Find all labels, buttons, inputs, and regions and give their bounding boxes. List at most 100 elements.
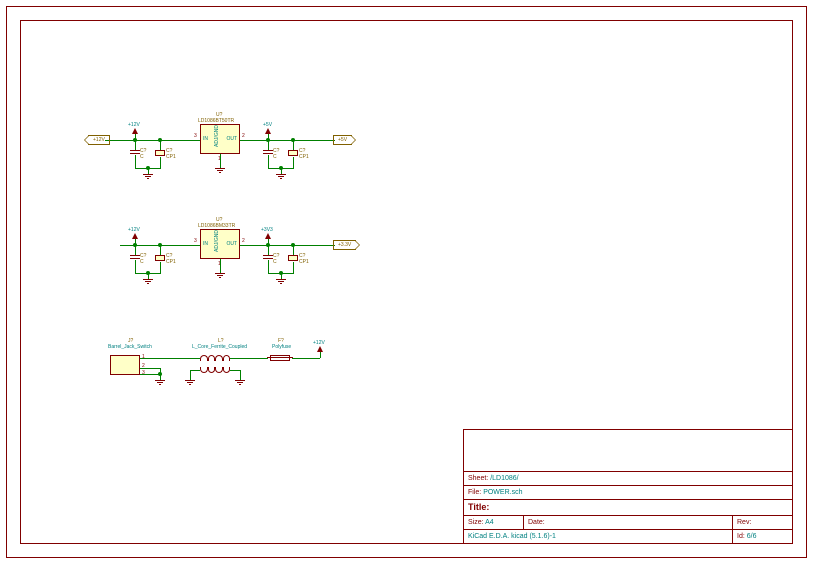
net-3v3-label: +3.3V (333, 240, 356, 250)
size-value: A4 (485, 519, 494, 526)
inductor (200, 355, 230, 361)
gnd-icon (215, 168, 225, 173)
junction (158, 372, 162, 376)
pin-adj-label: ADJ/GND (214, 230, 220, 252)
pin-out-label: OUT (226, 241, 237, 247)
wire (135, 155, 136, 168)
gnd-icon (235, 380, 245, 385)
inductor (200, 367, 230, 373)
wire (268, 155, 269, 168)
gnd-icon (143, 174, 153, 179)
polarized-cap (288, 150, 298, 156)
junction (291, 243, 295, 247)
wire (140, 368, 160, 369)
pcap-val: CP1 (166, 154, 176, 160)
ind-part: L_Core_Ferrite_Coupled (192, 344, 247, 350)
u2-pin2: 2 (242, 238, 245, 244)
wire (105, 140, 200, 141)
date-label: Date: (528, 519, 545, 526)
wire (230, 358, 260, 359)
gnd-icon (276, 279, 286, 284)
power-12v-icon (132, 128, 138, 134)
wire (268, 260, 269, 273)
power-12v-icon (132, 233, 138, 239)
junction (158, 243, 162, 247)
power-5v-label: +5V (263, 122, 272, 128)
u1-part: LD1086BT50TR (198, 118, 234, 124)
id-value: 6/6 (747, 533, 757, 540)
gnd-icon (215, 273, 225, 278)
wire (140, 374, 160, 375)
title-label: Title: (464, 500, 793, 515)
wire (160, 157, 161, 168)
wire (190, 370, 191, 380)
jack-part: Barrel_Jack_Switch (108, 344, 152, 350)
wire (190, 370, 200, 371)
junction (158, 138, 162, 142)
fuse-part: Polyfuse (272, 344, 291, 350)
net-text: +5V (338, 137, 347, 143)
jack-p1: 1 (142, 354, 145, 360)
gnd-icon (185, 380, 195, 385)
tool-value: KiCad E.D.A. kicad (5.1.6)-1 (464, 530, 733, 544)
wire (160, 262, 161, 273)
wire (220, 259, 221, 273)
u1-pin3: 3 (194, 133, 197, 139)
regulator-5v-chip: IN OUT ADJ/GND (200, 124, 240, 154)
wire (260, 358, 268, 359)
polarized-cap (155, 255, 165, 261)
u2-pin3: 3 (194, 238, 197, 244)
sheet-label: Sheet: (468, 475, 488, 482)
title-block: Sheet: /LD1086/ File: POWER.sch Title: S… (463, 429, 793, 544)
power-12v-label: +12V (128, 227, 140, 233)
u1-pin2: 2 (242, 133, 245, 139)
pcap-val: CP1 (166, 259, 176, 265)
cap-val: C (273, 259, 277, 265)
gnd-icon (143, 279, 153, 284)
wire (140, 358, 190, 359)
wire (292, 358, 320, 359)
net-text: +3.3V (338, 242, 351, 248)
polyfuse (270, 355, 290, 361)
id-label: Id: (737, 533, 745, 540)
junction (279, 166, 283, 170)
net-text: +12V (93, 137, 105, 143)
power-3v3-icon (265, 233, 271, 239)
junction (266, 138, 270, 142)
pcap-val: CP1 (299, 259, 309, 265)
gnd-icon (155, 380, 165, 385)
file-value: POWER.sch (483, 489, 522, 496)
pin-adj-label: ADJ/GND (214, 125, 220, 147)
wire (190, 358, 200, 359)
cap-val: C (140, 154, 144, 160)
wire (240, 370, 241, 380)
rev-label: Rev: (737, 519, 751, 526)
power-5v-icon (265, 128, 271, 134)
wire (320, 352, 321, 358)
junction (146, 271, 150, 275)
power-12v-label: +12V (128, 122, 140, 128)
wire (293, 262, 294, 273)
junction (291, 138, 295, 142)
junction (279, 271, 283, 275)
junction (133, 138, 137, 142)
wire (240, 245, 335, 246)
file-label: File: (468, 489, 481, 496)
pcap-val: CP1 (299, 154, 309, 160)
wire (293, 157, 294, 168)
pin-in-label: IN (203, 136, 208, 142)
power-12v-icon (317, 346, 323, 352)
wire (135, 260, 136, 273)
jack-p3: 3 (142, 370, 145, 376)
junction (146, 166, 150, 170)
barrel-jack (110, 355, 140, 375)
cap-val: C (140, 259, 144, 265)
regulator-3v3-chip: IN OUT ADJ/GND (200, 229, 240, 259)
pin-in-label: IN (203, 241, 208, 247)
wire (230, 370, 240, 371)
junction (133, 243, 137, 247)
wire (240, 140, 335, 141)
pin-out-label: OUT (226, 136, 237, 142)
wire (220, 154, 221, 168)
power-3v3-label: +3V3 (261, 227, 273, 233)
